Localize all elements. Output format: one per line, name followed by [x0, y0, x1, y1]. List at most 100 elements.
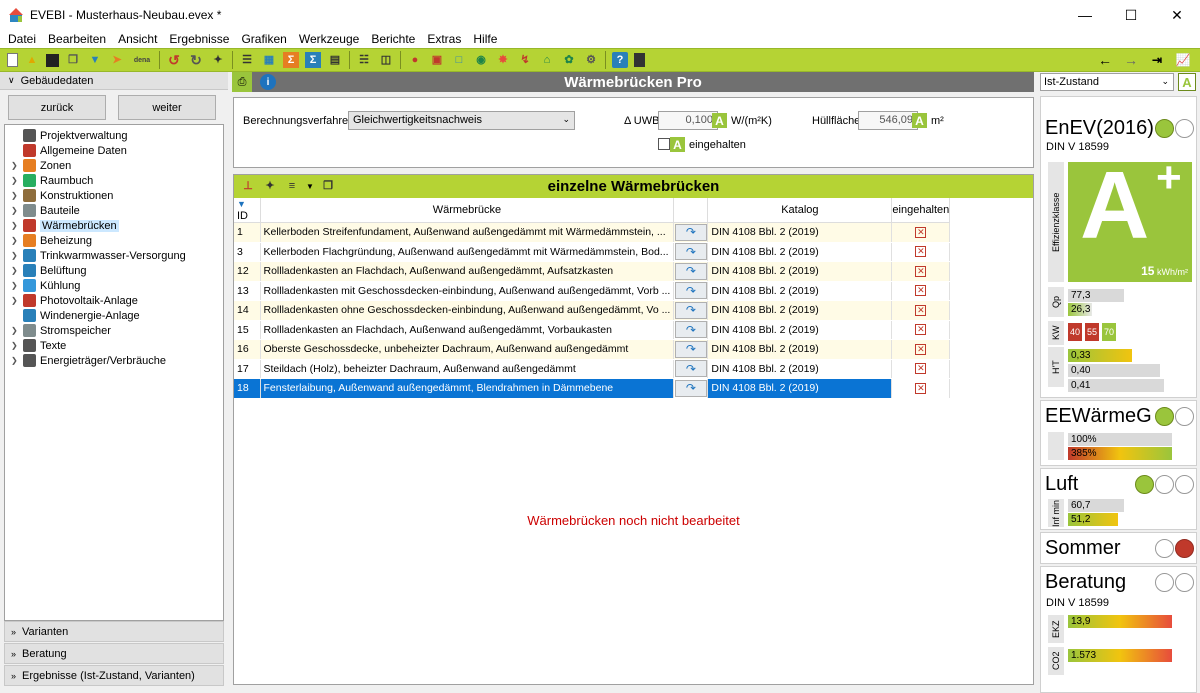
sun-icon[interactable]: ✸ — [495, 52, 511, 68]
bridge-icon[interactable]: ● — [407, 52, 423, 68]
edit-row-button[interactable]: ↷ — [674, 340, 707, 358]
chevron-right-icon[interactable]: ❯ — [11, 251, 21, 260]
filter-icon[interactable]: ≡ — [284, 179, 300, 195]
table-row[interactable]: 1 Kellerboden Streifenfundament, Außenwan… — [234, 222, 951, 243]
tree-item[interactable]: Allgemeine Daten — [5, 143, 223, 158]
calculator-icon[interactable] — [634, 53, 645, 67]
column-header-catalog[interactable]: Katalog — [707, 198, 893, 223]
chevron-right-icon[interactable]: ❯ — [11, 176, 21, 185]
edit-row-button[interactable]: ↷ — [674, 243, 707, 261]
panel-header-gebaeudedaten[interactable]: ∨ Gebäudedaten — [0, 72, 228, 90]
close-button[interactable]: ✕ — [1154, 0, 1200, 30]
edit-row-button[interactable]: ↷ — [674, 360, 707, 378]
chevron-right-icon[interactable]: ❯ — [11, 161, 21, 170]
tree-item[interactable]: ❯ Energieträger/Verbräuche — [5, 353, 223, 368]
add-row-icon[interactable]: ⊥ — [240, 179, 256, 195]
table-row[interactable]: 16 Oberste Geschossdecke, unbeheizter Dac… — [234, 339, 951, 360]
method-select[interactable]: Gleichwertigkeitsnachweis ⌄ — [348, 111, 575, 130]
table-row[interactable]: 17 Steildach (Holz), beheizter Dachraum, … — [234, 359, 951, 379]
eco-house-icon[interactable]: ⌂ — [539, 52, 555, 68]
tree-item[interactable]: ❯ Konstruktionen — [5, 188, 223, 203]
menu-ansicht[interactable]: Ansicht — [112, 32, 163, 46]
globe-icon[interactable]: ◉ — [473, 52, 489, 68]
minimize-button[interactable]: — — [1062, 0, 1108, 30]
new-file-icon[interactable] — [7, 53, 18, 67]
copy-icon[interactable]: ❐ — [320, 179, 336, 195]
menu-werkzeuge[interactable]: Werkzeuge — [293, 32, 365, 46]
menu-bearbeiten[interactable]: Bearbeiten — [42, 32, 112, 46]
ok-checkbox[interactable] — [658, 138, 670, 150]
table-row[interactable]: 15 Rollladenkasten an Flachdach, Außenwan… — [234, 320, 951, 340]
edit-row-button[interactable]: ↷ — [674, 223, 707, 241]
column-header-ok[interactable]: eingehalten — [891, 198, 951, 223]
menu-hilfe[interactable]: Hilfe — [467, 32, 503, 46]
tree-item[interactable]: ❯ Bauteile — [5, 203, 223, 218]
uwb-field[interactable]: 0,100 — [658, 111, 718, 130]
tree-icon[interactable]: ☵ — [356, 52, 372, 68]
info-icon[interactable]: i — [260, 74, 276, 90]
tree-item[interactable]: ❯ Photovoltaik-Anlage — [5, 293, 223, 308]
arrow-right-icon[interactable]: → — [1121, 52, 1141, 68]
chevron-right-icon[interactable]: ❯ — [11, 191, 21, 200]
table-row[interactable]: 13 Rollladenkasten mit Geschossdecken-ein… — [234, 281, 951, 301]
sum-blue-icon[interactable]: Σ — [305, 52, 321, 68]
copy-icon[interactable]: ❐ — [65, 52, 81, 68]
edit-row-button[interactable]: ↷ — [674, 321, 707, 339]
menu-datei[interactable]: Datei — [2, 32, 42, 46]
dropdown-icon[interactable]: ▼ — [306, 179, 314, 195]
heat-icon[interactable]: ▣ — [429, 52, 445, 68]
chevron-right-icon[interactable]: ❯ — [11, 281, 21, 290]
dena-icon[interactable]: dena — [131, 52, 153, 68]
maximize-button[interactable]: ☐ — [1108, 0, 1154, 30]
undo-icon[interactable]: ↺ — [166, 52, 182, 68]
next-button[interactable]: weiter — [118, 95, 216, 120]
save-icon[interactable] — [46, 53, 59, 67]
table-row[interactable]: 3 Kellerboden Flachgründung, Außenwand au… — [234, 242, 951, 262]
document-icon[interactable]: ☰ — [239, 52, 255, 68]
tree-item[interactable]: ❯ Beheizung — [5, 233, 223, 248]
chevron-right-icon[interactable]: ❯ — [11, 221, 21, 230]
tree-item[interactable]: ❯ Stromspeicher — [5, 323, 223, 338]
building-icon[interactable]: ◫ — [378, 52, 394, 68]
chart-icon[interactable]: 📈 — [1173, 52, 1193, 68]
area-field[interactable]: 546,09 — [858, 111, 918, 130]
leaf-icon[interactable]: ✿ — [561, 52, 577, 68]
import-icon[interactable]: ▼ — [87, 52, 103, 68]
chevron-right-icon[interactable]: ❯ — [11, 356, 21, 365]
goto-end-icon[interactable]: ⇥ — [1147, 52, 1167, 68]
edit-row-button[interactable]: ↷ — [674, 282, 707, 300]
back-button[interactable]: zurück — [8, 95, 106, 120]
column-header-id[interactable]: ▼ ID — [234, 198, 261, 223]
gear-icon[interactable]: ⚙ — [583, 52, 599, 68]
lightning-icon[interactable]: ↯ — [517, 52, 533, 68]
arrow-left-icon[interactable]: ← — [1095, 52, 1115, 68]
table-row[interactable]: 14 Rollladenkasten ohne Geschossdecken-ei… — [234, 300, 951, 321]
sum-icon[interactable]: Σ — [283, 52, 299, 68]
section-varianten[interactable]: » Varianten — [4, 621, 224, 642]
menu-extras[interactable]: Extras — [421, 32, 467, 46]
paper-icon[interactable]: □ — [451, 52, 467, 68]
tree-item[interactable]: ❯ Belüftung — [5, 263, 223, 278]
chevron-right-icon[interactable]: ❯ — [11, 326, 21, 335]
open-folder-icon[interactable]: ▲ — [24, 52, 40, 68]
menu-berichte[interactable]: Berichte — [365, 32, 421, 46]
state-badge[interactable]: A — [1178, 73, 1196, 91]
export-icon[interactable]: ➤ — [109, 52, 125, 68]
menu-ergebnisse[interactable]: Ergebnisse — [163, 32, 235, 46]
wizard-icon[interactable]: ✦ — [210, 52, 226, 68]
edit-row-button[interactable]: ↷ — [674, 301, 707, 319]
chevron-right-icon[interactable]: ❯ — [11, 206, 21, 215]
list-icon[interactable]: ▤ — [327, 52, 343, 68]
print-icon[interactable]: ⎙ — [232, 72, 252, 92]
table-icon[interactable]: ▦ — [261, 52, 277, 68]
tree-item[interactable]: ❯ Trinkwarmwasser-Versorgung — [5, 248, 223, 263]
tree-item[interactable]: ❯ Wärmebrücken — [5, 218, 223, 233]
edit-row-button[interactable]: ↷ — [674, 379, 707, 397]
menu-grafiken[interactable]: Grafiken — [235, 32, 292, 46]
tree-item[interactable]: ❯ Texte — [5, 338, 223, 353]
help-icon[interactable]: ? — [612, 52, 628, 68]
table-row[interactable]: 12 Rollladenkasten an Flachdach, Außenwan… — [234, 261, 951, 282]
chevron-right-icon[interactable]: ❯ — [11, 296, 21, 305]
state-select[interactable]: Ist-Zustand ⌄ — [1040, 73, 1174, 91]
tree-item[interactable]: Windenergie-Anlage — [5, 308, 223, 323]
